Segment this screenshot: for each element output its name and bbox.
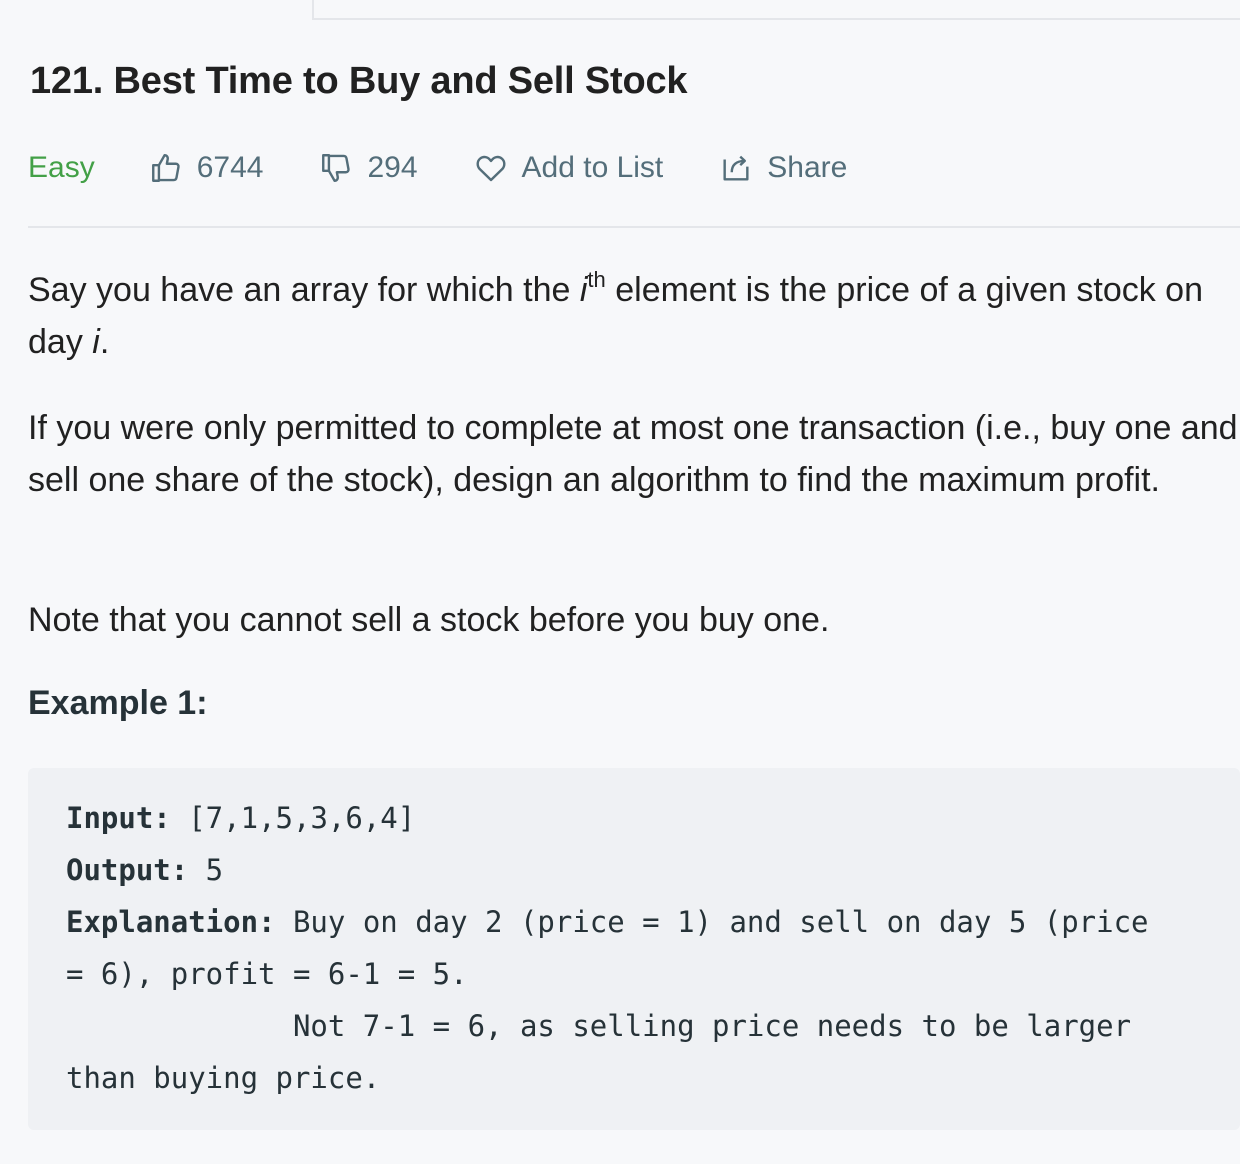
like-button[interactable]: 6744 — [149, 151, 264, 185]
problem-meta-bar: Easy 6744 294 Add to List Share — [28, 144, 847, 192]
share-label: Share — [767, 151, 848, 184]
heart-icon — [476, 155, 506, 182]
problem-description-panel: 121. Best Time to Buy and Sell Stock Eas… — [0, 0, 1240, 1164]
description-paragraph-2: If you were only permitted to complete a… — [28, 409, 1238, 499]
problem-name: Best Time to Buy and Sell Stock — [113, 60, 688, 102]
add-to-list-label: Add to List — [521, 151, 664, 184]
dislike-button[interactable]: 294 — [319, 151, 418, 185]
example-code-block: Input: [7,1,5,3,6,4] Output: 5 Explanation… — [28, 768, 1240, 1130]
share-button[interactable]: Share — [719, 151, 847, 185]
example-input-line: Input: [7,1,5,3,6,4] — [66, 801, 416, 835]
example-heading: Example 1: — [28, 684, 208, 722]
example-explanation-line: than buying price. — [66, 1061, 381, 1095]
thumbs-up-icon — [151, 154, 180, 182]
description-paragraph-3: Note that you cannot sell a stock before… — [28, 601, 830, 639]
example-output-line: Output: 5 — [66, 853, 224, 887]
share-icon — [723, 155, 749, 181]
add-to-list-button[interactable]: Add to List — [474, 151, 664, 185]
description-paragraph-1: Say you have an array for which the ith … — [28, 266, 1203, 361]
dislikes-count: 294 — [367, 151, 418, 184]
problem-title: 121. Best Time to Buy and Sell Stock — [30, 60, 688, 103]
thumbs-down-icon — [322, 154, 351, 182]
divider — [28, 226, 1240, 228]
tab-bar — [312, 0, 1240, 20]
problem-number: 121. — [30, 60, 104, 102]
example-explanation-line: Explanation: Buy on day 2 (price = 1) an… — [66, 905, 1149, 939]
example-explanation-line: = 6), profit = 6-1 = 5. — [66, 957, 468, 991]
difficulty-badge: Easy — [28, 151, 95, 184]
likes-count: 6744 — [196, 151, 264, 184]
example-explanation-line: Not 7-1 = 6, as selling price needs to b… — [66, 1009, 1132, 1043]
